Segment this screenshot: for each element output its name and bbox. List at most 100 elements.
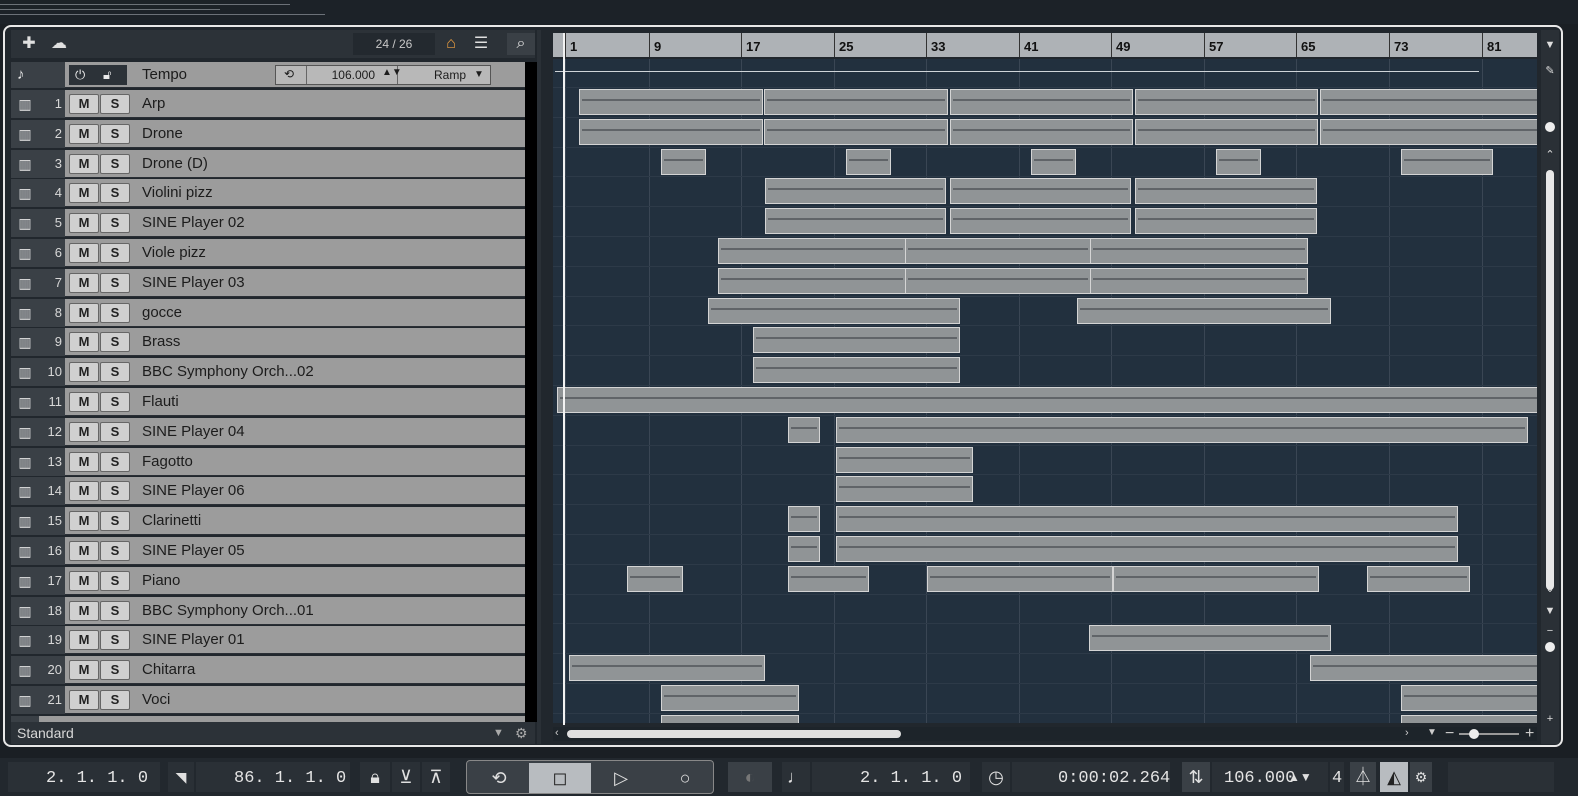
event-part[interactable] — [1135, 118, 1318, 145]
solo-button[interactable]: S — [100, 243, 130, 263]
zoom-out-icon[interactable]: − — [1445, 725, 1454, 743]
add-track-button[interactable]: ✚ — [15, 33, 43, 55]
chevron-down-icon[interactable]: ▼ — [1543, 604, 1557, 618]
solo-button[interactable]: S — [100, 690, 130, 710]
track-name[interactable]: SINE Player 05 — [142, 537, 245, 565]
event-part[interactable] — [836, 416, 1528, 443]
scroll-right-icon[interactable]: › — [1405, 727, 1409, 739]
event-part[interactable] — [764, 118, 948, 145]
track-name[interactable]: Drone (D) — [142, 150, 208, 178]
tempo-icon[interactable]: ⇅ — [1182, 762, 1210, 792]
track-list-splitter[interactable] — [525, 62, 537, 722]
track-row[interactable]: ▥ 14 M S SINE Player 06 — [11, 477, 525, 506]
track-name[interactable]: Violini pizz — [142, 179, 213, 207]
mute-button[interactable]: M — [69, 332, 99, 353]
event-part[interactable] — [1031, 148, 1076, 175]
tempo-track-row[interactable]: ♪ ⏻ 🔓︎ Tempo ⟲ 106.000 ▲▼ Ramp ▼ — [11, 62, 525, 88]
solo-button[interactable]: S — [100, 630, 130, 651]
chevron-down-icon[interactable]: ▼ — [1543, 38, 1557, 52]
mute-button[interactable]: M — [69, 600, 99, 621]
event-part[interactable] — [905, 267, 1091, 294]
event-part[interactable] — [579, 118, 763, 145]
zoom-slider[interactable] — [1459, 733, 1519, 735]
lock-icon[interactable]: 🔒︎ — [360, 762, 390, 792]
event-part[interactable] — [627, 565, 683, 592]
mute-button[interactable]: M — [69, 481, 99, 502]
track-name[interactable]: Arp — [142, 90, 165, 118]
event-part[interactable] — [765, 208, 946, 235]
tempo-sync-icon[interactable]: ⟲ — [284, 67, 294, 81]
solo-button[interactable]: S — [100, 94, 130, 114]
event-part[interactable] — [1113, 565, 1319, 592]
event-part[interactable] — [950, 208, 1131, 235]
solo-button[interactable]: S — [100, 153, 130, 174]
left-locator[interactable]: 2. 1. 1. 0 — [8, 762, 160, 792]
track-name[interactable]: SINE Player 03 — [142, 269, 245, 297]
track-name[interactable]: SINE Player 04 — [142, 418, 245, 446]
cycle-icon[interactable]: ⟲ — [481, 763, 517, 793]
pencil-icon[interactable]: ✎ — [1543, 64, 1557, 78]
track-row[interactable]: ▥ 6 M S Viole pizz — [11, 239, 525, 267]
mute-button[interactable]: M — [69, 243, 99, 263]
solo-button[interactable]: S — [100, 451, 130, 472]
scroll-up-icon[interactable]: ⌃ — [1543, 148, 1557, 162]
mute-button[interactable]: M — [69, 362, 99, 383]
track-name[interactable]: Piano — [142, 567, 180, 595]
track-row[interactable]: ▥ 20 M S Chitarra — [11, 656, 525, 685]
event-part[interactable] — [718, 238, 906, 264]
right-locator[interactable]: 86. 1. 1. 0 — [196, 762, 350, 792]
event-part[interactable] — [1077, 297, 1331, 324]
track-height-handle[interactable] — [1545, 122, 1555, 132]
track-row[interactable]: ▥ 21 M S Voci — [11, 686, 525, 714]
mute-button[interactable]: M — [69, 392, 99, 412]
mute-button[interactable]: M — [69, 630, 99, 651]
solo-button[interactable]: S — [100, 481, 130, 502]
event-part[interactable] — [1320, 118, 1537, 145]
event-part[interactable] — [1320, 89, 1537, 115]
visibility-agent-icon[interactable]: ⌂ — [437, 33, 465, 55]
track-name[interactable]: Brass — [142, 328, 180, 356]
track-name[interactable]: Viole pizz — [142, 239, 206, 267]
mute-button[interactable]: M — [69, 421, 99, 442]
mute-button[interactable]: M — [69, 660, 99, 681]
mute-button[interactable]: M — [69, 153, 99, 174]
solo-button[interactable]: S — [100, 123, 130, 144]
track-name[interactable]: Flauti — [142, 388, 179, 416]
time-signature[interactable]: 4 — [1330, 762, 1344, 792]
event-part[interactable] — [753, 327, 960, 354]
note-icon[interactable]: ♩ — [782, 762, 810, 792]
solo-button[interactable]: S — [100, 421, 130, 442]
metronome-icon[interactable]: ⏃ — [1350, 762, 1376, 792]
solo-button[interactable]: S — [100, 213, 130, 234]
list-icon[interactable]: ☰ — [467, 33, 495, 55]
track-row[interactable]: ▥ 2 M S Drone — [11, 119, 525, 148]
event-part[interactable] — [905, 238, 1091, 264]
event-part[interactable] — [753, 357, 960, 384]
event-part[interactable] — [950, 178, 1131, 205]
click-icon[interactable]: ◭ — [1380, 762, 1408, 792]
track-row[interactable]: ▥ 7 M S SINE Player 03 — [11, 268, 525, 297]
track-row[interactable]: ▥ 19 M S SINE Player 01 — [11, 626, 525, 655]
event-part[interactable] — [1367, 565, 1470, 592]
zoom-slider-handle[interactable] — [1469, 729, 1479, 739]
play-button[interactable]: ▷ — [603, 763, 639, 793]
stop-button[interactable]: ◻ — [529, 763, 591, 793]
solo-button[interactable]: S — [100, 660, 130, 681]
solo-button[interactable]: S — [100, 511, 130, 532]
event-part[interactable] — [788, 416, 820, 443]
event-part[interactable] — [836, 536, 1458, 562]
event-part[interactable] — [708, 297, 960, 324]
event-display[interactable] — [553, 59, 1537, 723]
position-bars[interactable]: 2. 1. 1. 0 — [812, 762, 970, 792]
track-name[interactable]: SINE Player 01 — [142, 626, 245, 654]
event-part[interactable] — [1401, 714, 1537, 723]
event-part[interactable] — [950, 89, 1133, 115]
punch-in-icon[interactable]: ⊻ — [392, 762, 420, 792]
event-part[interactable] — [557, 387, 1537, 413]
track-row[interactable]: ▥ 16 M S SINE Player 05 — [11, 537, 525, 565]
solo-button[interactable]: S — [100, 362, 130, 383]
track-row[interactable]: ▥ 1 M S Arp — [11, 90, 525, 118]
solo-button[interactable]: S — [100, 302, 130, 323]
event-part[interactable] — [836, 506, 1458, 533]
mute-button[interactable]: M — [69, 451, 99, 472]
